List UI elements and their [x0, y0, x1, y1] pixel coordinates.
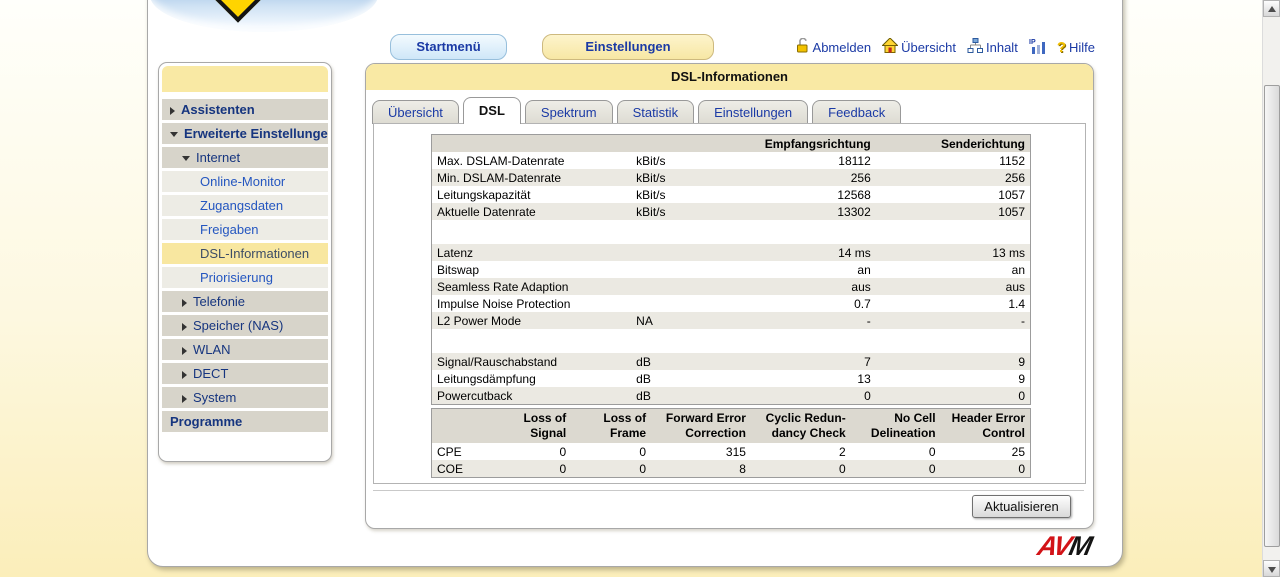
refresh-button[interactable]: Aktualisieren: [972, 495, 1071, 518]
home-icon: [882, 38, 898, 56]
table-row: [432, 329, 1031, 353]
chevron-right-icon: [182, 299, 187, 307]
page-title: DSL-Informationen: [366, 64, 1093, 90]
sitemap-icon: [967, 38, 983, 57]
sidebar-item-online-monitor[interactable]: Online-Monitor: [162, 171, 328, 192]
sidebar-item-speicher-nas[interactable]: Speicher (NAS): [162, 315, 328, 336]
error-counters-table: Loss of Signal Loss of Frame Forward Err…: [431, 408, 1031, 478]
chevron-right-icon: [170, 107, 175, 115]
chevron-down-icon: [182, 156, 190, 161]
ip-statistics-link[interactable]: IP: [1029, 38, 1046, 57]
sidebar-item-dsl-informationen[interactable]: DSL-Informationen: [162, 243, 328, 264]
sidebar-item-zugangsdaten[interactable]: Zugangsdaten: [162, 195, 328, 216]
chevron-right-icon: [182, 323, 187, 331]
sidebar-item-internet[interactable]: Internet: [162, 147, 328, 168]
table-row: Seamless Rate Adaptionausaus: [432, 278, 1031, 295]
overview-link[interactable]: Übersicht: [882, 38, 956, 56]
sidebar-header-bar: [162, 66, 328, 92]
sidebar-item-wlan[interactable]: WLAN: [162, 339, 328, 360]
ip-statistics-icon: IP: [1029, 38, 1046, 57]
sidebar-item-telefonie[interactable]: Telefonie: [162, 291, 328, 312]
sidebar-item-erweiterte-einstellungen[interactable]: Erweiterte Einstellungen: [162, 123, 328, 144]
table-row: CPE003152025: [432, 443, 1031, 460]
table-row: COE008000: [432, 460, 1031, 478]
sidebar-item-dect[interactable]: DECT: [162, 363, 328, 384]
table-row: LeitungskapazitätkBit/s125681057: [432, 186, 1031, 203]
table-row: L2 Power ModeNA--: [432, 312, 1031, 329]
panel-separator: [373, 490, 1084, 491]
content-tabs: Übersicht DSL Spektrum Statistik Einstel…: [372, 98, 901, 124]
chevron-down-icon: [170, 132, 178, 137]
tab-uebersicht[interactable]: Übersicht: [372, 100, 459, 124]
table-row: Max. DSLAM-DatenratekBit/s181121152: [432, 152, 1031, 169]
dsl-content-box: Empfangsrichtung Senderichtung Max. DSLA…: [373, 123, 1086, 484]
column-empfangsrichtung: Empfangsrichtung: [726, 135, 876, 153]
tab-einstellungen[interactable]: Einstellungen: [698, 100, 808, 124]
chevron-right-icon: [182, 395, 187, 403]
startmenu-button[interactable]: Startmenü: [390, 34, 507, 60]
scroll-down-button[interactable]: [1263, 560, 1280, 577]
tab-statistik[interactable]: Statistik: [617, 100, 695, 124]
vertical-scrollbar[interactable]: [1262, 0, 1280, 577]
scroll-up-button[interactable]: [1263, 0, 1280, 17]
table-row: PowercutbackdB00: [432, 387, 1031, 405]
tab-spektrum[interactable]: Spektrum: [525, 100, 613, 124]
tab-dsl[interactable]: DSL: [463, 97, 521, 124]
table-header-row: Loss of Signal Loss of Frame Forward Err…: [432, 409, 1031, 444]
table-row: Bitswapanan: [432, 261, 1031, 278]
table-row: Aktuelle DatenratekBit/s133021057: [432, 203, 1031, 220]
sidebar-item-programme[interactable]: Programme: [162, 411, 328, 432]
chevron-right-icon: [182, 371, 187, 379]
sidebar-menu: Assistenten Erweiterte Einstellungen Int…: [158, 62, 332, 462]
question-mark-icon: ?: [1057, 39, 1066, 56]
column-loss-of-frame: Loss of Frame: [571, 409, 651, 444]
avm-logo: AVM: [1035, 531, 1094, 562]
table-row: LeitungsdämpfungdB139: [432, 370, 1031, 387]
column-header-error-control: Header Error Control: [941, 409, 1031, 444]
top-links: Abmelden Übersicht Inhalt IP ? Hilfe: [795, 37, 1095, 57]
table-header-row: Empfangsrichtung Senderichtung: [432, 135, 1031, 153]
sidebar-item-assistenten[interactable]: Assistenten: [162, 99, 328, 120]
sidebar-item-priorisierung[interactable]: Priorisierung: [162, 267, 328, 288]
column-loss-of-signal: Loss of Signal: [486, 409, 571, 444]
padlock-open-icon: [796, 38, 810, 56]
column-no-cell-delineation: No Cell Delineation: [851, 409, 941, 444]
table-row: [432, 220, 1031, 244]
table-row: Impulse Noise Protection0.71.4: [432, 295, 1031, 312]
dsl-info-panel: DSL-Informationen Übersicht DSL Spektrum…: [365, 63, 1094, 529]
scrollbar-thumb[interactable]: [1264, 85, 1280, 547]
tab-feedback[interactable]: Feedback: [812, 100, 901, 124]
column-cyclic-redundancy-check: Cyclic Redun- dancy Check: [751, 409, 851, 444]
sidebar-item-system[interactable]: System: [162, 387, 328, 408]
page-background: Startmenü Einstellungen Abmelden Übersic…: [0, 0, 1280, 577]
column-forward-error-correction: Forward Error Correction: [651, 409, 751, 444]
dsl-parameters-table: Empfangsrichtung Senderichtung Max. DSLA…: [431, 134, 1031, 405]
chevron-right-icon: [182, 347, 187, 355]
scroll-down-icon: [1268, 567, 1276, 573]
svg-text:IP: IP: [1029, 39, 1036, 46]
logout-link[interactable]: Abmelden: [796, 38, 872, 56]
scroll-up-icon: [1268, 6, 1276, 12]
column-senderichtung: Senderichtung: [876, 135, 1031, 153]
contents-link[interactable]: Inhalt: [967, 38, 1018, 57]
help-link[interactable]: ? Hilfe: [1057, 39, 1095, 56]
table-row: Latenz14 ms13 ms: [432, 244, 1031, 261]
table-row: Signal/RauschabstanddB79: [432, 353, 1031, 370]
table-row: Min. DSLAM-DatenratekBit/s256256: [432, 169, 1031, 186]
sidebar-item-freigaben[interactable]: Freigaben: [162, 219, 328, 240]
einstellungen-button[interactable]: Einstellungen: [542, 34, 714, 60]
